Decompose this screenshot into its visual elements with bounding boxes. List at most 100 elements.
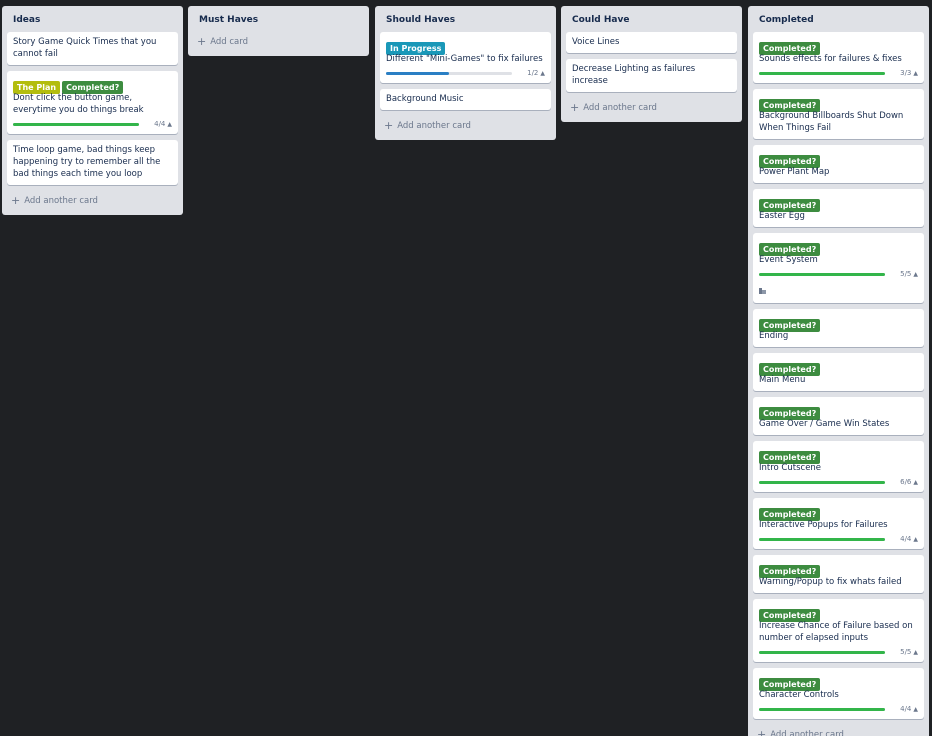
progress-bar [759,480,886,484]
caret-up-icon[interactable]: ▲ [540,70,545,77]
card[interactable]: Story Game Quick Times that you cannot f… [7,32,178,65]
list-must-haves: Must Haves + Add card [188,6,369,56]
caret-up-icon[interactable]: ▲ [913,536,918,543]
card[interactable]: Completed? Background Billboards Shut Dow… [753,89,924,139]
card-title: Intro Cutscene [759,463,822,473]
progress-bar-fill [386,71,450,75]
card-title: Background Music [386,94,464,104]
card-labels: Completed? [759,313,918,332]
caret-up-icon[interactable]: ▲ [167,121,172,128]
caret-up-icon[interactable]: ▲ [913,706,918,713]
card[interactable]: Completed? Warning/Popup to fix whats fai… [753,555,924,593]
card-title: Easter Egg [759,211,805,221]
card-title: Warning/Popup to fix whats failed [759,577,902,587]
checklist-progress: 4/4 ▲ [759,704,918,714]
list-title[interactable]: Could Have [566,12,737,32]
description-icon [759,288,766,294]
add-card-label: Add another card [397,121,471,131]
card[interactable]: Completed? Character Controls 4/4 ▲ [753,668,924,719]
board: Ideas Story Game Quick Times that you can… [0,0,932,736]
card-labels: Completed? [759,149,918,168]
card[interactable]: Time loop game, bad things keep happenin… [7,140,178,185]
card[interactable]: Completed? Event System 5/5 ▲ [753,233,924,303]
card-title: Different "Mini-Games" to fix failures [386,54,543,64]
card-title: Power Plant Map [759,167,830,177]
card-labels: The Plan Completed? [13,75,172,94]
plus-icon: + [757,728,767,736]
card-labels: Completed? [759,603,918,622]
checklist-count: 4/4 [900,705,912,713]
progress-bar-fill [759,480,886,484]
plus-icon: + [384,119,394,132]
card-title: Dont click the button game, everytime yo… [13,93,144,115]
card-title: Background Billboards Shut Down When Thi… [759,111,904,133]
card[interactable]: Completed? Easter Egg [753,189,924,227]
progress-bar [759,71,886,75]
caret-up-icon[interactable]: ▲ [913,479,918,486]
list-ideas: Ideas Story Game Quick Times that you can… [2,6,183,215]
add-card-button[interactable]: + Add another card [753,725,924,736]
card[interactable]: Completed? Interactive Popups for Failure… [753,498,924,549]
card-title: Character Controls [759,690,839,700]
card-title: Main Menu [759,375,806,385]
progress-bar [13,122,140,126]
caret-up-icon[interactable]: ▲ [913,70,918,77]
card-labels: Completed? [759,237,918,256]
progress-bar-fill [759,537,886,541]
card-labels: Completed? [759,445,918,464]
card-title: Game Over / Game Win States [759,419,890,429]
progress-bar-fill [759,71,886,75]
add-card-button[interactable]: + Add another card [566,98,737,118]
card[interactable]: In Progress Different "Mini-Games" to fix… [380,32,551,83]
list-should-haves: Should Haves In Progress Different "Mini-G… [375,6,556,140]
card-labels: Completed? [759,559,918,578]
list-title[interactable]: Completed [753,12,924,32]
card-title: Sounds effects for failures & fixes [759,54,902,64]
card[interactable]: Completed? Intro Cutscene 6/6 ▲ [753,441,924,492]
progress-bar [386,71,513,75]
card[interactable]: Completed? Increase Chance of Failure bas… [753,599,924,662]
plus-icon: + [11,194,21,207]
card[interactable]: Background Music [380,89,551,110]
checklist-progress: 4/4 ▲ [13,119,172,129]
card-title: Story Game Quick Times that you cannot f… [13,37,157,59]
list-completed: Completed Completed? Sounds effects for fa… [748,6,929,736]
progress-bar [759,650,886,654]
card-title: Interactive Popups for Failures [759,520,888,530]
card[interactable]: The Plan Completed? Dont click the button … [7,71,178,134]
card[interactable]: Voice Lines [566,32,737,53]
card-labels: Completed? [759,193,918,212]
card[interactable]: Completed? Ending [753,309,924,347]
card-labels: Completed? [759,357,918,376]
card[interactable]: Completed? Main Menu [753,353,924,391]
card-title: Increase Chance of Failure based on numb… [759,621,913,643]
checklist-progress: 6/6 ▲ [759,477,918,487]
card[interactable]: Completed? Sounds effects for failures & … [753,32,924,83]
checklist-count: 6/6 [900,478,912,486]
card[interactable]: Completed? Power Plant Map [753,145,924,183]
list-title[interactable]: Must Haves [193,12,364,32]
list-title[interactable]: Should Haves [380,12,551,32]
progress-bar-fill [13,122,140,126]
add-card-label: Add card [210,37,248,47]
checklist-progress: 4/4 ▲ [759,534,918,544]
caret-up-icon[interactable]: ▲ [913,271,918,278]
card-labels: Completed? [759,672,918,691]
checklist-progress: 3/3 ▲ [759,68,918,78]
card-labels: Completed? [759,401,918,420]
add-card-button[interactable]: + Add another card [380,116,551,136]
checklist-progress: 1/2 ▲ [386,68,545,78]
checklist-count: 5/5 [900,270,912,278]
card-labels: Completed? [759,502,918,521]
add-card-button[interactable]: + Add card [193,32,364,52]
progress-bar-fill [759,272,886,276]
card[interactable]: Completed? Game Over / Game Win States [753,397,924,435]
add-card-button[interactable]: + Add another card [7,191,178,211]
progress-bar [759,707,886,711]
caret-up-icon[interactable]: ▲ [913,649,918,656]
card[interactable]: Decrease Lighting as failures increase [566,59,737,92]
card-title: Ending [759,331,789,341]
list-title[interactable]: Ideas [7,12,178,32]
progress-bar [759,537,886,541]
card-labels: Completed? [759,93,918,112]
